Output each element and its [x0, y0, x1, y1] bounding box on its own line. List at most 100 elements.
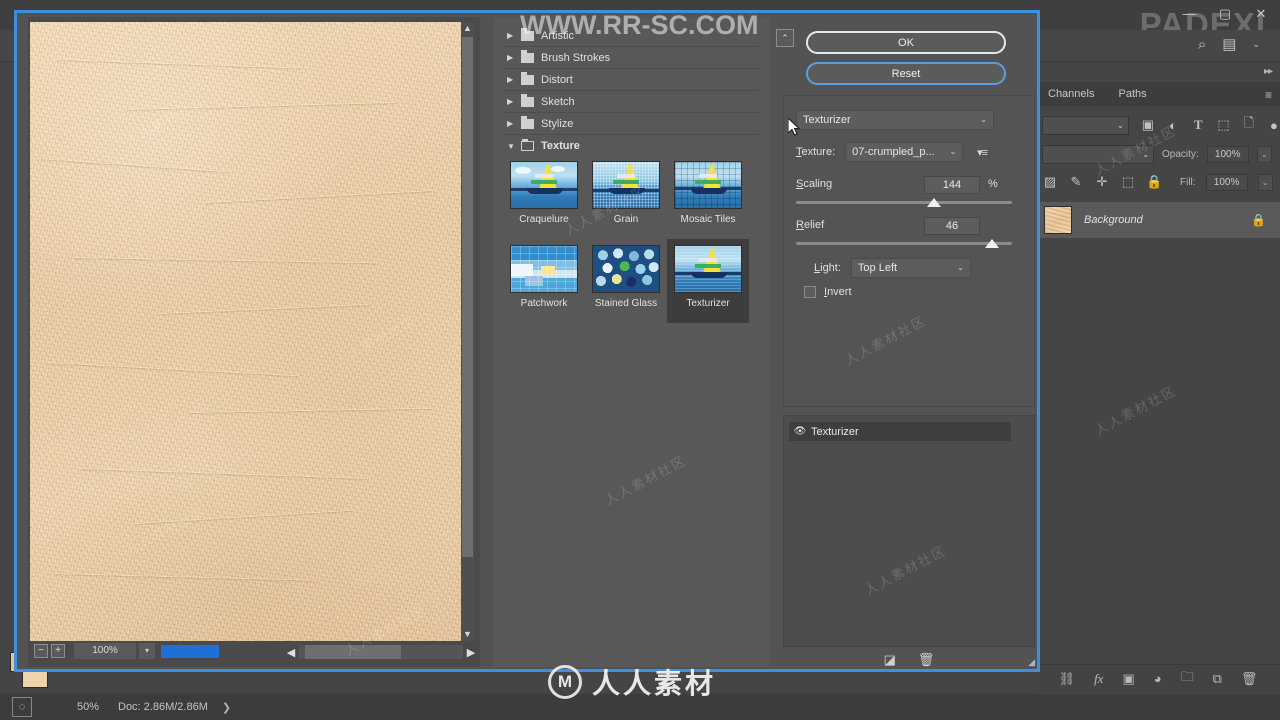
category-artistic[interactable]: ▶ Artistic	[503, 25, 759, 47]
chevron-down-icon[interactable]: ⌄	[957, 259, 964, 277]
preview-canvas[interactable]	[30, 22, 467, 641]
lock-transparency-icon[interactable]: ▨	[1042, 174, 1058, 190]
minimize-button[interactable]: —	[1178, 2, 1200, 24]
scaling-slider-knob[interactable]	[927, 198, 941, 207]
scroll-down-arrow[interactable]: ▼	[461, 628, 474, 641]
category-texture[interactable]: ▼ Texture	[503, 135, 759, 157]
workspace-icon[interactable]: ▤	[1222, 35, 1236, 53]
preview-horizontal-scrollbar[interactable]: ◀ ▶	[283, 643, 479, 661]
shape-icon[interactable]: ⬚	[1217, 117, 1229, 133]
adjustment-layer-icon[interactable]: ◕	[1154, 671, 1162, 686]
zoom-in-button[interactable]: +	[51, 644, 65, 658]
new-effect-layer-icon[interactable]: ◪	[884, 652, 896, 668]
scaling-slider-track[interactable]	[796, 198, 1012, 207]
filter-thumb-texturizer[interactable]: Texturizer	[667, 239, 749, 323]
filter-type-select[interactable]: Texturizer ⌄	[796, 110, 994, 130]
tab-paths[interactable]: Paths	[1106, 82, 1158, 106]
preview-vertical-scrollbar[interactable]: ▲ ▼	[461, 22, 474, 641]
maximize-button[interactable]: ▢	[1214, 2, 1236, 24]
relief-label: Relief	[796, 219, 825, 231]
group-icon[interactable]: 🗀	[1181, 668, 1194, 690]
zoom-out-button[interactable]: −	[34, 644, 48, 658]
new-layer-icon[interactable]: ⧉	[1213, 671, 1222, 687]
delete-effect-layer-icon[interactable]: 🗑	[918, 652, 935, 668]
filter-thumb-patchwork[interactable]: Patchwork	[503, 239, 585, 323]
scroll-up-arrow[interactable]: ▲	[461, 22, 474, 35]
effect-layer-texturizer[interactable]: 👁 Texturizer	[789, 422, 1011, 441]
collapse-panel-icon[interactable]: ⌃	[776, 29, 794, 47]
invert-checkbox[interactable]	[804, 286, 816, 298]
opacity-value[interactable]: 100%	[1206, 145, 1249, 163]
scroll-left-arrow[interactable]: ◀	[283, 646, 299, 659]
blend-mode-select[interactable]: ⌄	[1042, 144, 1154, 164]
resize-grip-icon[interactable]: ◢	[1028, 657, 1035, 667]
chevron-down-icon[interactable]: ⌄	[980, 111, 987, 129]
chevron-right-icon[interactable]: ▶	[507, 119, 521, 128]
dock-collapse-icon[interactable]: ▸▸	[1264, 66, 1273, 77]
lock-all-icon[interactable]: 🔒	[1146, 174, 1162, 190]
hscroll-thumb[interactable]	[305, 645, 401, 659]
chevron-down-icon[interactable]: ▼	[507, 142, 521, 151]
eye-icon[interactable]: 👁	[789, 426, 811, 437]
category-stylize[interactable]: ▶ Stylize	[503, 113, 759, 135]
layer-filter-select[interactable]: ⌄	[1042, 115, 1129, 135]
opacity-stepper[interactable]: ⌄	[1256, 145, 1272, 163]
zoom-dropdown-caret[interactable]: ▾	[139, 643, 155, 659]
relief-value[interactable]: 46	[924, 217, 980, 235]
relief-slider-track[interactable]	[796, 239, 1012, 248]
close-button[interactable]: ✕	[1250, 2, 1272, 24]
mask-icon[interactable]: ▣	[1122, 671, 1134, 687]
scrollbar-thumb[interactable]	[462, 37, 473, 557]
type-icon[interactable]: T	[1192, 117, 1204, 133]
fx-icon[interactable]: fx	[1094, 671, 1103, 687]
reset-button[interactable]: Reset	[806, 62, 1006, 85]
chevron-right-icon[interactable]: ▶	[507, 75, 521, 84]
light-select[interactable]: Top Left ⌄	[850, 258, 971, 278]
chevron-down-icon[interactable]: ⌄	[949, 143, 956, 161]
category-brush-strokes[interactable]: ▶ Brush Strokes	[503, 47, 759, 69]
chevron-right-icon[interactable]: ▶	[507, 97, 521, 106]
flyout-menu-icon[interactable]: ▾≡	[977, 146, 988, 159]
effect-layer-list: 👁 Texturizer	[783, 415, 1035, 647]
ok-button[interactable]: OK	[806, 31, 1006, 54]
filter-thumb-mosaic-tiles[interactable]: Mosaic Tiles	[667, 155, 749, 239]
chevron-right-icon[interactable]: ▶	[507, 53, 521, 62]
image-icon[interactable]: ▣	[1142, 117, 1154, 133]
lightbulb-icon[interactable]: ●	[1268, 118, 1280, 133]
chevron-right-icon[interactable]: ▶	[507, 31, 521, 40]
category-distort[interactable]: ▶ Distort	[503, 69, 759, 91]
category-sketch[interactable]: ▶ Sketch	[503, 91, 759, 113]
status-zoom[interactable]: 50%	[58, 701, 118, 713]
window-controls: — ▢ ✕	[1178, 2, 1272, 24]
lock-move-icon[interactable]: ✛	[1094, 174, 1110, 190]
delete-layer-icon[interactable]: 🗑	[1241, 671, 1258, 687]
scroll-right-arrow[interactable]: ▶	[463, 646, 479, 659]
fill-stepper[interactable]: ⌄	[1257, 173, 1273, 191]
search-icon[interactable]: ⌕	[1198, 36, 1206, 53]
layer-row-background[interactable]: Background 🔒	[1036, 202, 1280, 238]
filter-thumb-craquelure[interactable]: Craquelure	[503, 155, 585, 239]
hscroll-track[interactable]	[299, 645, 463, 659]
link-icon[interactable]: ⛓	[1059, 671, 1076, 687]
fill-value[interactable]: 100%	[1205, 173, 1248, 191]
lock-paint-icon[interactable]: ✎	[1068, 174, 1084, 190]
texture-select[interactable]: 07-crumpled_p... ⌄	[845, 142, 964, 162]
invert-row[interactable]: Invert	[804, 286, 852, 298]
scaling-value[interactable]: 144	[924, 176, 980, 194]
filter-thumb-grain[interactable]: Grain	[585, 155, 667, 239]
selected-text-field[interactable]	[161, 644, 219, 658]
chevron-down-icon[interactable]: ⌄	[1252, 39, 1260, 50]
settings-pane: ⌃ OK Reset Texturizer ⌄ Texture: 07-crum…	[775, 17, 1037, 667]
smartobject-icon[interactable]: 🗋	[1243, 114, 1255, 136]
tab-channels[interactable]: Channels	[1036, 82, 1106, 106]
preview-zoom-level[interactable]: 100%	[74, 643, 136, 659]
status-expand-arrow[interactable]: ❯	[222, 701, 231, 714]
panel-menu-icon[interactable]: ≡	[1265, 88, 1272, 102]
layer-lock-icon[interactable]: 🔒	[1251, 213, 1266, 227]
adjustment-icon[interactable]: ◐	[1167, 118, 1179, 133]
layer-thumbnail[interactable]	[1044, 206, 1072, 234]
lock-artboard-icon[interactable]: ⬚	[1120, 174, 1136, 190]
relief-slider-knob[interactable]	[985, 239, 999, 248]
quick-mask-icon[interactable]: ◌	[12, 697, 32, 717]
filter-thumb-stained-glass[interactable]: Stained Glass	[585, 239, 667, 323]
